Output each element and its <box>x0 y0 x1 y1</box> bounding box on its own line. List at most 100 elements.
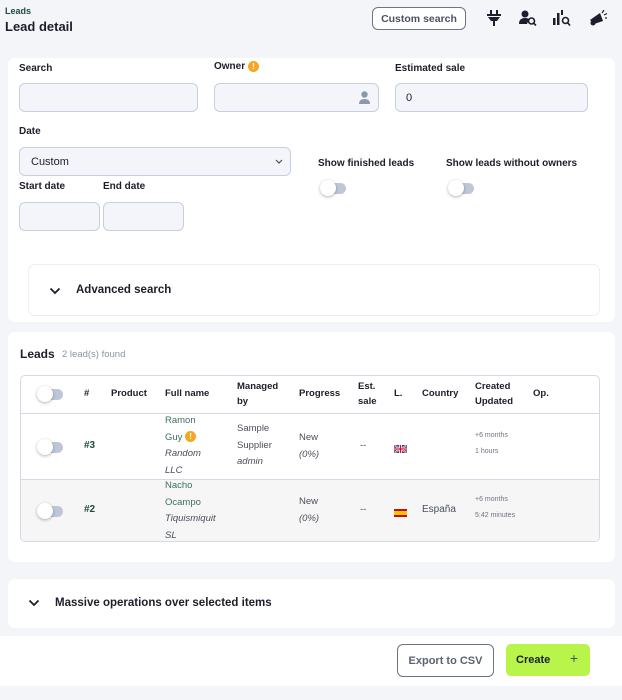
managed-line1: Sample <box>237 423 270 434</box>
info-icon[interactable]: ! <box>185 431 197 443</box>
lead-est-sale: -- <box>360 440 367 451</box>
leads-count: 2 lead(s) found <box>62 349 126 360</box>
lead-est-sale: -- <box>360 504 367 515</box>
lead-full-name: Ramon Guy ! Random LLC <box>165 413 201 479</box>
chart-search-icon[interactable] <box>552 8 572 28</box>
lead-progress: New (0%) <box>299 494 319 527</box>
filters-panel: Search Owner ! Estimated sale 0 Date Cus… <box>8 58 615 322</box>
end-date-label: End date <box>103 181 146 192</box>
table-row[interactable]: #3 Ramon Guy ! Random LLC Sample Supplie… <box>21 413 599 479</box>
massive-operations-label: Massive operations over selected items <box>55 597 272 609</box>
footer-actions: Export to CSV Create + <box>0 636 622 686</box>
user-icon <box>359 91 370 104</box>
date-select[interactable]: Custom <box>19 147 291 176</box>
col-est-line1: Est. <box>358 381 376 392</box>
managed-line3: admin <box>237 456 263 467</box>
advanced-search-label: Advanced search <box>76 284 172 296</box>
row-select-toggle[interactable] <box>37 503 65 519</box>
search-label: Search <box>19 63 53 74</box>
lead-name-line1[interactable]: Nacho <box>165 478 216 495</box>
lead-company-line1: Tiquismiquit <box>165 513 216 524</box>
col-product[interactable]: Product <box>111 386 147 401</box>
leads-panel: Leads 2 lead(s) found # Product Full nam… <box>8 332 615 562</box>
col-progress[interactable]: Progress <box>299 386 340 401</box>
table-row[interactable]: #2 Nacho Ocampo Tiquismiquit SL New (0%)… <box>21 478 599 541</box>
col-created-updated[interactable]: Created Updated <box>475 379 513 409</box>
owner-label: Owner ! <box>214 61 259 72</box>
col-language[interactable]: L. <box>394 386 402 401</box>
col-created-line2: Updated <box>475 396 513 407</box>
date-label: Date <box>19 126 41 137</box>
lead-updated: 1 hours <box>475 448 499 455</box>
show-without-owners-toggle[interactable] <box>448 180 476 196</box>
custom-search-button[interactable]: Custom search <box>372 7 466 30</box>
show-finished-toggle[interactable] <box>320 180 348 196</box>
lead-name-line1[interactable]: Ramon <box>165 413 201 430</box>
lead-managed-by: Sample Supplier admin <box>237 421 272 471</box>
leads-title: Leads <box>20 347 55 361</box>
col-country[interactable]: Country <box>422 386 458 401</box>
lead-created: +6 months <box>475 496 508 503</box>
show-without-owners-label: Show leads without owners <box>446 158 578 169</box>
progress-percent: (0%) <box>299 512 320 524</box>
progress-status: New <box>299 432 319 443</box>
progress-status: New <box>299 496 319 507</box>
massive-operations-toggle[interactable]: Massive operations over selected items <box>8 579 615 628</box>
col-full-name[interactable]: Full name <box>165 386 209 401</box>
spain-flag-icon <box>394 507 407 524</box>
lead-id[interactable]: #3 <box>84 438 95 455</box>
lead-name-line2[interactable]: Ocampo <box>165 495 216 512</box>
chevron-down-icon <box>28 599 40 607</box>
owner-input[interactable] <box>214 83 379 112</box>
estimated-sale-label: Estimated sale <box>395 63 466 74</box>
lead-dates: +6 months 1 hours <box>475 430 508 458</box>
lead-company-line2: LLC <box>165 464 183 476</box>
user-search-icon[interactable] <box>518 8 538 28</box>
lead-country: España <box>422 504 456 515</box>
col-est-sale[interactable]: Est. sale <box>358 379 377 409</box>
col-created-line1: Created <box>475 381 511 392</box>
managed-line2: Supplier <box>237 439 272 451</box>
progress-percent: (0%) <box>299 448 320 460</box>
plug-icon[interactable] <box>484 8 504 28</box>
create-label: Create <box>516 654 551 666</box>
advanced-search-toggle[interactable]: Advanced search <box>28 264 600 316</box>
select-all-toggle[interactable] <box>37 386 65 402</box>
leads-table: # Product Full name Managed by Progress E… <box>20 375 600 542</box>
start-date-label: Start date <box>19 181 66 192</box>
chevron-down-icon <box>49 287 61 295</box>
col-managed-line1: Managed <box>237 381 279 392</box>
search-input[interactable] <box>19 83 198 112</box>
start-date-input[interactable] <box>19 202 100 231</box>
uk-flag-icon <box>393 443 408 460</box>
plus-icon: + <box>569 650 578 666</box>
lead-name-line2-wrap[interactable]: Guy ! <box>165 430 201 447</box>
megaphone-icon[interactable] <box>588 8 608 28</box>
page-title: Lead detail <box>5 19 73 34</box>
date-select-value: Custom <box>31 155 69 168</box>
create-button[interactable]: Create + <box>506 644 590 676</box>
lead-company-line1: Random <box>165 448 201 459</box>
export-csv-button[interactable]: Export to CSV <box>397 644 494 677</box>
page-header: Leads Lead detail Custom search <box>0 0 622 50</box>
owner-label-text: Owner <box>214 61 246 73</box>
lead-name-line2[interactable]: Guy <box>165 432 182 443</box>
col-est-line2: sale <box>358 396 377 407</box>
end-date-input[interactable] <box>103 202 184 231</box>
show-finished-label: Show finished leads <box>318 158 415 169</box>
lead-id[interactable]: #2 <box>84 502 95 519</box>
info-icon[interactable]: ! <box>247 61 259 72</box>
row-select-toggle[interactable] <box>37 439 65 455</box>
col-managed-by[interactable]: Managed by <box>237 379 278 409</box>
lead-progress: New (0%) <box>299 430 319 463</box>
lead-full-name: Nacho Ocampo Tiquismiquit SL <box>165 478 216 541</box>
col-id[interactable]: # <box>84 386 89 401</box>
lead-company-line2: SL <box>165 529 177 541</box>
lead-updated: 5:42 minutes <box>475 512 516 519</box>
col-operations[interactable]: Op. <box>533 386 549 401</box>
lead-created: +6 months <box>475 432 508 439</box>
chevron-down-icon <box>275 159 283 164</box>
col-managed-line2: by <box>237 396 249 407</box>
estimated-sale-input[interactable]: 0 <box>395 83 588 112</box>
breadcrumb[interactable]: Leads <box>5 6 31 16</box>
